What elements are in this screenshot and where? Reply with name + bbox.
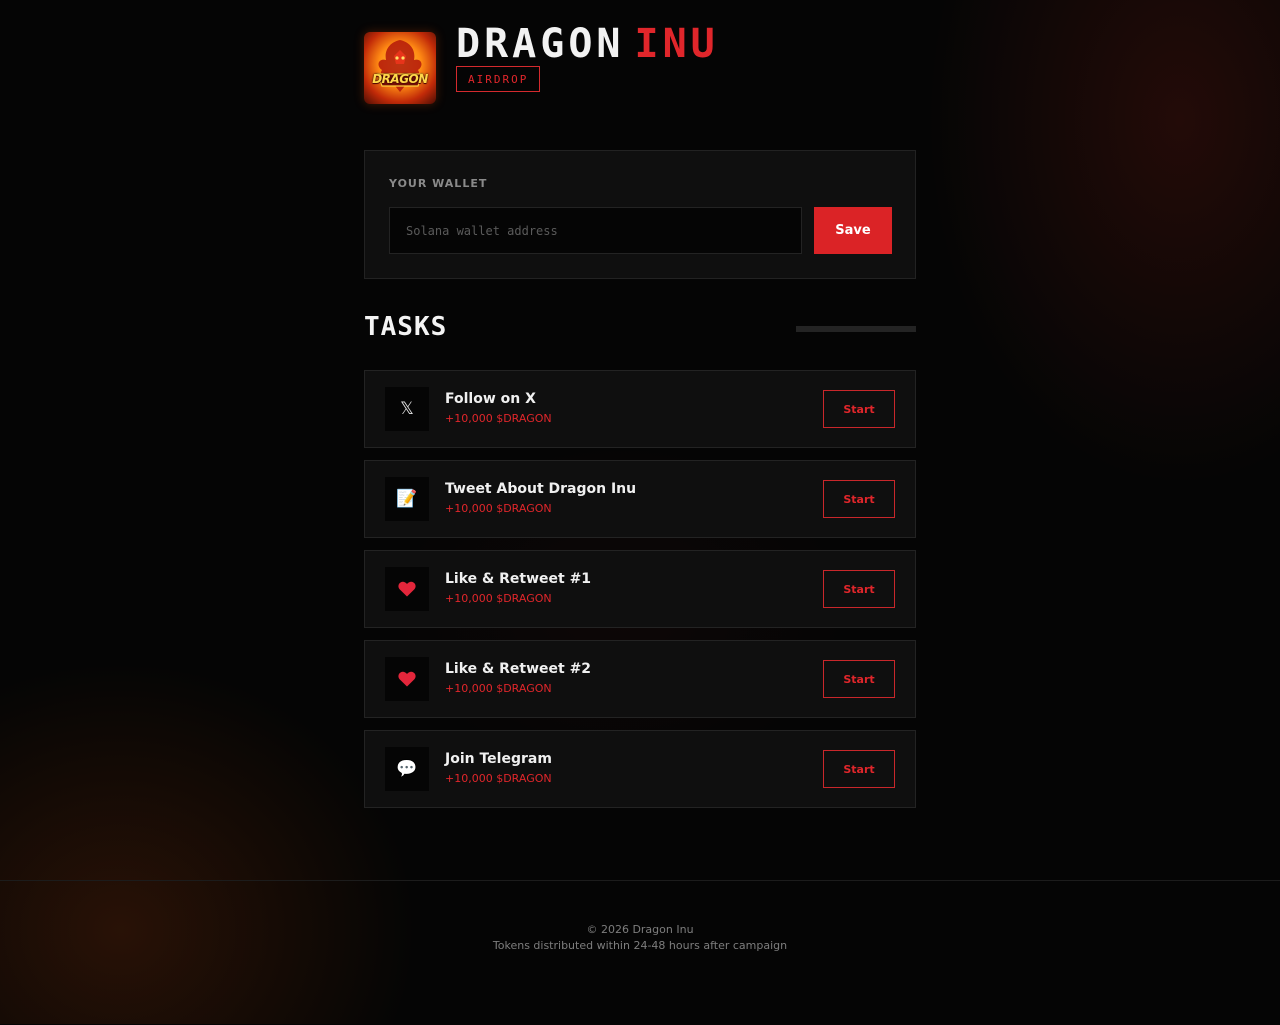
footer-copyright: © 2026 Dragon Inu [586,923,694,936]
brand-title-accent: INU [634,21,719,67]
task-name: Follow on X [445,391,536,407]
start-button[interactable]: Start [823,660,895,698]
brand-title: DRAGON INU [456,22,719,66]
wallet-address-input[interactable] [389,207,802,254]
task-reward: +10,000 $DRAGON [445,682,552,695]
logo-wordmark: DRAGON [372,72,428,86]
brand-title-primary: DRAGON [456,21,625,67]
task-name: Tweet About Dragon Inu [445,481,637,497]
tasks-heading: TASKS [364,312,448,342]
heart-icon [385,567,429,611]
task-reward: +10,000 $DRAGON [445,502,552,515]
speech-bubble-icon: 💬 [385,747,429,791]
start-button[interactable]: Start [823,750,895,788]
wallet-label: YOUR WALLET [389,177,488,190]
save-button[interactable]: Save [814,207,892,254]
task-name: Like & Retweet #2 [445,661,592,677]
airdrop-badge: AIRDROP [456,66,541,92]
task-item: Like & Retweet #2 +10,000 $DRAGON Start [364,640,916,718]
task-item: 📝 Tweet About Dragon Inu +10,000 $DRAGON… [364,460,916,538]
footer-note: Tokens distributed within 24-48 hours af… [492,939,788,952]
footer: © 2026 Dragon Inu Tokens distributed wit… [0,880,1280,1025]
task-reward: +10,000 $DRAGON [445,592,552,605]
start-button[interactable]: Start [823,570,895,608]
x-logo-icon: 𝕏 [385,387,429,431]
task-list: 𝕏 Follow on X +10,000 $DRAGON Start 📝 Tw… [364,370,916,820]
start-button[interactable]: Start [823,480,895,518]
task-reward: +10,000 $DRAGON [445,412,552,425]
task-item: 𝕏 Follow on X +10,000 $DRAGON Start [364,370,916,448]
start-button[interactable]: Start [823,390,895,428]
memo-icon: 📝 [385,477,429,521]
task-name: Join Telegram [445,751,552,767]
header: DRAGON DRAGON INU AIRDROP [364,22,916,106]
task-reward: +10,000 $DRAGON [445,772,552,785]
tasks-progress-bar [796,326,916,332]
task-name: Like & Retweet #1 [445,571,592,587]
dragon-logo: DRAGON [364,32,436,104]
task-item: 💬 Join Telegram +10,000 $DRAGON Start [364,730,916,808]
heart-icon [385,657,429,701]
wallet-card: YOUR WALLET Save [364,150,916,279]
task-item: Like & Retweet #1 +10,000 $DRAGON Start [364,550,916,628]
